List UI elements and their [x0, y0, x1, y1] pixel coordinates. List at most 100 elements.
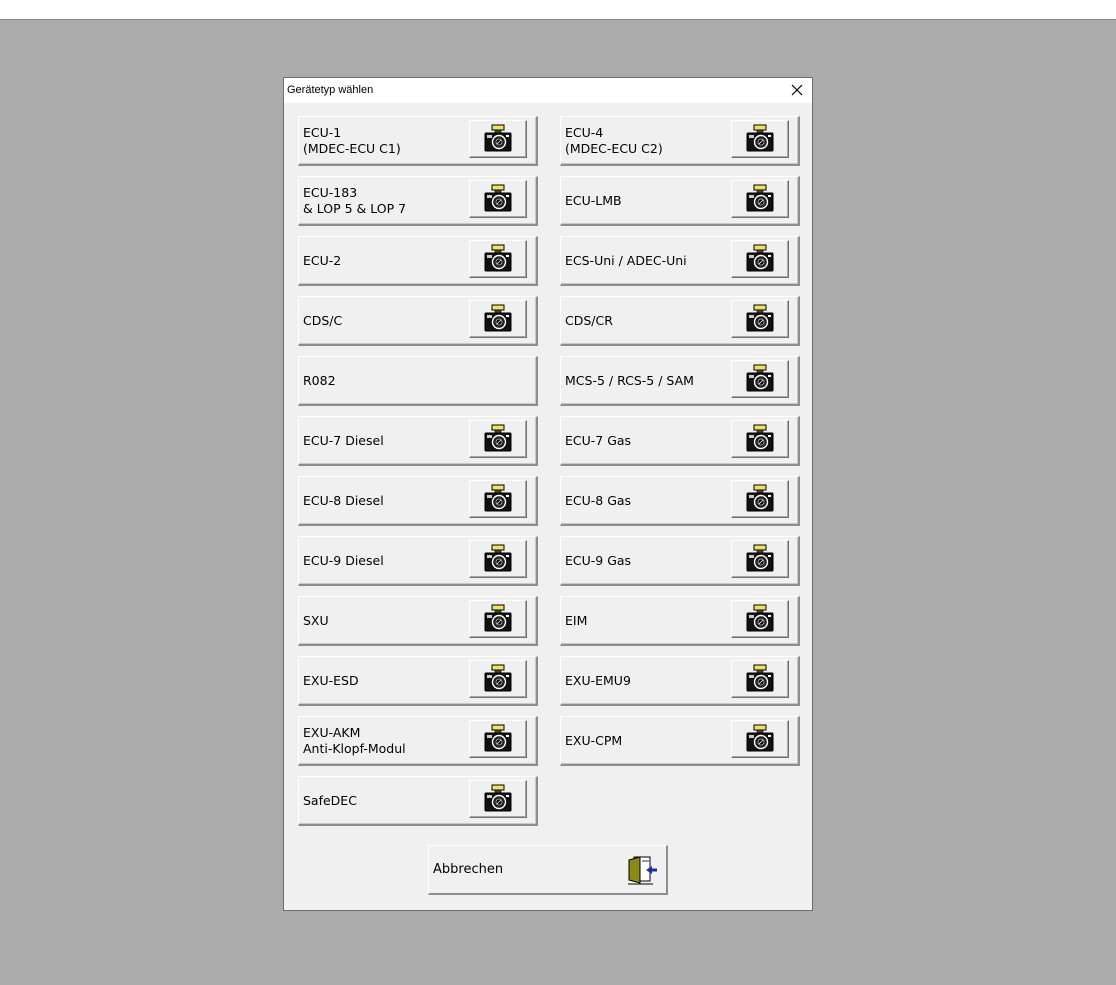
device-label: CDS/CR — [565, 312, 613, 328]
camera-icon — [483, 424, 513, 454]
device-label: ECU-1 (MDEC-ECU C1) — [303, 124, 401, 156]
camera-button[interactable] — [469, 180, 527, 218]
device-label: ECU-LMB — [565, 192, 622, 208]
device-label: ECU-7 Diesel — [303, 432, 384, 448]
camera-icon — [483, 184, 513, 214]
device-button-grid: ECU-1 (MDEC-ECU C1) ECU-4 (MDEC-ECU C2) … — [298, 116, 800, 826]
device-button[interactable]: ECU-1 (MDEC-ECU C1) — [298, 116, 538, 166]
camera-icon — [483, 244, 513, 274]
device-label: ECU-9 Gas — [565, 552, 632, 568]
camera-button[interactable] — [731, 660, 789, 698]
device-label: SXU — [303, 612, 329, 628]
camera-icon — [745, 724, 775, 754]
device-button[interactable]: ECU-LMB — [560, 176, 800, 226]
camera-button[interactable] — [731, 600, 789, 638]
camera-icon — [745, 244, 775, 274]
device-button[interactable]: ECS-Uni / ADEC-Uni — [560, 236, 800, 286]
camera-icon — [483, 124, 513, 154]
device-button[interactable]: EXU-EMU9 — [560, 656, 800, 706]
camera-button[interactable] — [469, 420, 527, 458]
cancel-button[interactable]: Abbrechen — [428, 845, 668, 895]
device-button[interactable]: EXU-ESD — [298, 656, 538, 706]
camera-icon — [745, 544, 775, 574]
device-button[interactable]: CDS/CR — [560, 296, 800, 346]
device-button[interactable]: ECU-7 Diesel — [298, 416, 538, 466]
camera-icon — [745, 184, 775, 214]
camera-icon — [745, 124, 775, 154]
device-button[interactable]: ECU-9 Gas — [560, 536, 800, 586]
camera-button[interactable] — [731, 540, 789, 578]
camera-icon — [483, 784, 513, 814]
camera-button[interactable] — [469, 240, 527, 278]
camera-button[interactable] — [469, 600, 527, 638]
device-label: ECU-4 (MDEC-ECU C2) — [565, 124, 663, 156]
camera-icon — [745, 604, 775, 634]
device-label: ECU-183 & LOP 5 & LOP 7 — [303, 184, 407, 216]
device-button[interactable]: CDS/C — [298, 296, 538, 346]
camera-icon — [483, 304, 513, 334]
device-label: EXU-ESD — [303, 672, 359, 688]
camera-button[interactable] — [469, 480, 527, 518]
cancel-label: Abbrechen — [433, 861, 504, 877]
camera-button[interactable] — [469, 660, 527, 698]
camera-icon — [483, 604, 513, 634]
device-label: MCS-5 / RCS-5 / SAM — [565, 372, 694, 388]
camera-button[interactable] — [731, 420, 789, 458]
device-label: EXU-EMU9 — [565, 672, 631, 688]
device-label: ECU-9 Diesel — [303, 552, 384, 568]
camera-icon — [745, 664, 775, 694]
close-icon — [791, 84, 803, 96]
device-button[interactable]: EXU-CPM — [560, 716, 800, 766]
top-bar — [0, 0, 1116, 20]
device-button[interactable]: ECU-8 Diesel — [298, 476, 538, 526]
device-label: EXU-AKM Anti-Klopf-Modul — [303, 724, 406, 756]
device-button[interactable]: SafeDEC — [298, 776, 538, 826]
device-label: ECU-2 — [303, 252, 342, 268]
camera-button[interactable] — [731, 180, 789, 218]
camera-button[interactable] — [731, 360, 789, 398]
device-label: CDS/C — [303, 312, 343, 328]
close-button[interactable] — [786, 79, 808, 101]
camera-icon — [745, 304, 775, 334]
device-button[interactable]: EIM — [560, 596, 800, 646]
device-label: ECS-Uni / ADEC-Uni — [565, 252, 687, 268]
dialog-title: Gerätetyp wählen — [287, 84, 374, 96]
device-label: SafeDEC — [303, 792, 357, 808]
camera-icon — [483, 664, 513, 694]
device-button[interactable]: ECU-9 Diesel — [298, 536, 538, 586]
camera-button[interactable] — [731, 300, 789, 338]
camera-button[interactable] — [469, 540, 527, 578]
camera-button[interactable] — [731, 120, 789, 158]
device-button[interactable]: MCS-5 / RCS-5 / SAM — [560, 356, 800, 406]
device-button[interactable]: SXU — [298, 596, 538, 646]
camera-icon — [745, 364, 775, 394]
camera-icon — [483, 484, 513, 514]
camera-button[interactable] — [469, 120, 527, 158]
device-button[interactable]: ECU-8 Gas — [560, 476, 800, 526]
device-button[interactable]: ECU-2 — [298, 236, 538, 286]
device-label: ECU-8 Diesel — [303, 492, 384, 508]
exit-door-icon — [628, 856, 657, 885]
camera-button[interactable] — [469, 300, 527, 338]
camera-button[interactable] — [469, 720, 527, 758]
dialog-titlebar: Gerätetyp wählen — [284, 78, 812, 103]
device-button[interactable]: R082 — [298, 356, 538, 406]
device-label: R082 — [303, 372, 336, 388]
device-label: ECU-7 Gas — [565, 432, 632, 448]
device-label: EXU-CPM — [565, 732, 623, 748]
device-button[interactable]: ECU-183 & LOP 5 & LOP 7 — [298, 176, 538, 226]
device-label: EIM — [565, 612, 588, 628]
device-button[interactable]: ECU-7 Gas — [560, 416, 800, 466]
device-button[interactable]: ECU-4 (MDEC-ECU C2) — [560, 116, 800, 166]
device-type-dialog: Gerätetyp wählen ECU-1 (MDEC-ECU C1) ECU… — [283, 77, 813, 911]
device-label: ECU-8 Gas — [565, 492, 632, 508]
device-button[interactable]: EXU-AKM Anti-Klopf-Modul — [298, 716, 538, 766]
camera-button[interactable] — [731, 480, 789, 518]
camera-icon — [745, 424, 775, 454]
camera-button[interactable] — [731, 720, 789, 758]
camera-button[interactable] — [469, 780, 527, 818]
camera-icon — [483, 724, 513, 754]
camera-button[interactable] — [731, 240, 789, 278]
camera-icon — [483, 544, 513, 574]
camera-icon — [745, 484, 775, 514]
